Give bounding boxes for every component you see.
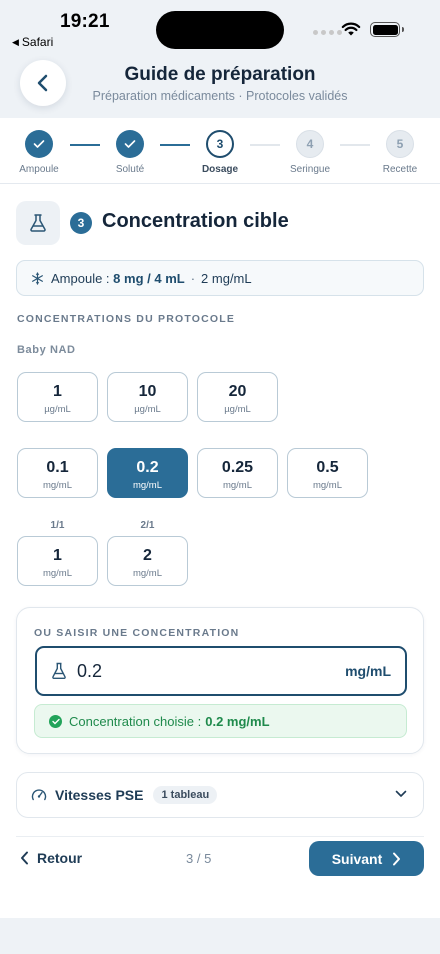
chip-unit: mg/mL: [42, 480, 73, 491]
gauge-icon: [31, 789, 47, 801]
custom-label: OU SAISIR UNE CONCENTRATION: [34, 627, 240, 639]
chip-value: 1: [53, 547, 62, 564]
step-connector: [340, 144, 370, 146]
concentration-chip[interactable]: 2 mg/mL: [107, 536, 188, 586]
pse-label: Vitesses PSE: [55, 787, 144, 803]
step-connector: [70, 144, 100, 146]
chip-unit: µg/mL: [224, 404, 251, 415]
chip-unit: mg/mL: [132, 480, 163, 491]
back-nav-button[interactable]: Retour: [20, 850, 82, 866]
dynamic-island: [156, 11, 284, 49]
ratio-label: 2/1: [140, 520, 155, 531]
chip-value: 0.1: [46, 459, 69, 476]
step-dosage[interactable]: 3 Dosage: [190, 130, 250, 175]
ratio-label: 1/1: [50, 520, 65, 531]
chip-value: 20: [228, 383, 247, 400]
divider: [16, 836, 424, 837]
step-label: Seringue: [289, 164, 331, 175]
confirmation-prefix: Concentration choisie :: [69, 713, 202, 729]
check-circle-icon: [49, 714, 62, 728]
chip-unit: mg/mL: [312, 480, 343, 491]
concentration-chip[interactable]: 1 µg/mL: [17, 372, 98, 422]
page-subtitle: Préparation médicaments · Protocoles val…: [92, 89, 348, 103]
confirmation-value: 0.2 mg/mL: [205, 713, 270, 729]
chip-unit: mg/mL: [222, 480, 253, 491]
next-button[interactable]: Suivant: [309, 841, 424, 876]
section-number: 3: [70, 212, 92, 234]
ampoule-concentration: 2 mg/mL: [201, 270, 252, 286]
check-icon: [25, 130, 53, 158]
concentration-field[interactable]: mg/mL: [35, 646, 407, 696]
step-number: 4: [296, 130, 324, 158]
chip-unit: mg/mL: [42, 568, 73, 579]
signal-icon: [313, 30, 342, 35]
snowflake-icon: [32, 271, 43, 285]
flask-icon: [52, 662, 66, 679]
concentration-chip[interactable]: 0.5 mg/mL: [287, 448, 368, 498]
step-solute[interactable]: Soluté: [100, 130, 160, 175]
next-label: Suivant: [331, 850, 383, 867]
back-to-app[interactable]: ◀ Safari: [12, 35, 53, 49]
pse-badge: 1 tableau: [153, 786, 218, 804]
chip-value: 2: [143, 547, 152, 564]
step-label: Ampoule: [19, 164, 59, 175]
chevron-down-icon: [395, 790, 407, 797]
step-number: 3: [206, 130, 234, 158]
step-connector: [160, 144, 190, 146]
battery-icon: [370, 22, 404, 37]
section-title: Concentration cible: [102, 210, 289, 232]
ampoule-separator: ·: [190, 270, 196, 286]
wifi-icon: [341, 22, 361, 36]
step-seringue[interactable]: 4 Seringue: [280, 130, 340, 175]
check-icon: [116, 130, 144, 158]
protocol-group: Baby NAD: [17, 344, 76, 356]
back-nav-label: Retour: [37, 850, 83, 866]
flask-icon: [16, 201, 60, 245]
chevron-left-icon: [21, 851, 28, 865]
pse-speeds-toggle[interactable]: Vitesses PSE 1 tableau: [16, 772, 424, 818]
chip-value: 10: [138, 383, 157, 400]
step-label: Recette: [382, 164, 418, 175]
concentration-unit: mg/mL: [345, 663, 391, 679]
custom-concentration-card: OU SAISIR UNE CONCENTRATION mg/mL Concen…: [16, 607, 424, 754]
concentration-chip[interactable]: 0.25 mg/mL: [197, 448, 278, 498]
chip-value: 0.5: [316, 459, 339, 476]
confirmation-badge: Concentration choisie : 0.2 mg/mL: [34, 704, 407, 738]
concentration-chip-selected[interactable]: 0.2 mg/mL: [107, 448, 188, 498]
concentration-chip[interactable]: 10 µg/mL: [107, 372, 188, 422]
chip-unit: mg/mL: [132, 568, 163, 579]
chip-unit: µg/mL: [44, 404, 71, 415]
step-connector: [250, 144, 280, 146]
chip-value: 1: [53, 383, 62, 400]
concentration-chip[interactable]: 20 µg/mL: [197, 372, 278, 422]
page-title: Guide de préparation: [124, 64, 316, 85]
step-recette[interactable]: 5 Recette: [370, 130, 430, 175]
status-time: 19:21: [60, 11, 110, 32]
step-ampoule[interactable]: Ampoule: [9, 130, 69, 175]
step-label: Soluté: [115, 164, 145, 175]
back-triangle-icon: ◀: [12, 36, 19, 47]
back-app-label: Safari: [21, 35, 54, 49]
concentration-chip[interactable]: 0.1 mg/mL: [17, 448, 98, 498]
step-number: 5: [386, 130, 414, 158]
status-bar: 19:21 ◀ Safari: [0, 0, 440, 56]
ampoule-info: Ampoule : 8 mg / 4 mL · 2 mg/mL: [16, 260, 424, 296]
chip-value: 0.2: [136, 459, 159, 476]
ampoule-prefix: Ampoule :: [51, 270, 110, 286]
chip-unit: µg/mL: [134, 404, 161, 415]
concentration-input[interactable]: [77, 658, 317, 684]
step-label: Dosage: [201, 164, 239, 175]
concentration-chip[interactable]: 1 mg/mL: [17, 536, 98, 586]
chevron-right-icon: [393, 852, 401, 865]
protocol-label: CONCENTRATIONS DU PROTOCOLE: [17, 313, 236, 325]
footer-area: [0, 918, 440, 954]
chip-value: 0.25: [221, 459, 254, 476]
step-counter: 3 / 5: [186, 851, 212, 866]
ampoule-value: 8 mg / 4 mL: [113, 270, 185, 286]
